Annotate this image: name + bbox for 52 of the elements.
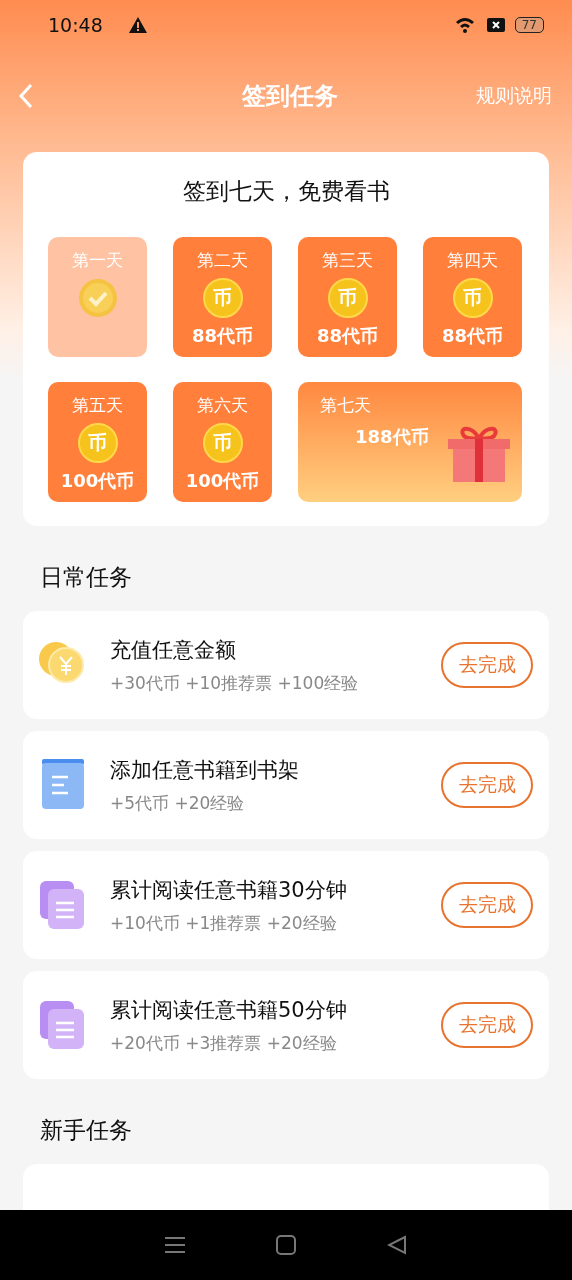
home-icon[interactable] <box>276 1235 296 1255</box>
wifi-icon <box>454 17 477 33</box>
day-label: 第一天 <box>72 249 123 272</box>
day-tile[interactable]: 第五天 币 100代币 <box>48 382 147 502</box>
task-rewards: +20代币 +3推荐票 +20经验 <box>110 1031 338 1055</box>
day-reward: 188代币 <box>355 425 429 449</box>
day-label: 第七天 <box>320 394 371 417</box>
menu-icon[interactable] <box>165 1236 186 1254</box>
warning-icon <box>128 17 147 33</box>
day-reward: 88代币 <box>441 324 504 348</box>
rules-link[interactable]: 规则说明 <box>476 83 552 109</box>
gift-icon <box>448 424 510 482</box>
back-nav-icon[interactable] <box>386 1235 407 1255</box>
status-time: 10:48 <box>48 14 103 36</box>
go-complete-button[interactable]: 去完成 <box>441 1002 533 1048</box>
day-label: 第五天 <box>72 394 123 417</box>
task-rewards: +5代币 +20经验 <box>110 791 246 815</box>
page-title: 签到任务 <box>241 81 339 112</box>
go-complete-button[interactable]: 去完成 <box>441 762 533 808</box>
section-title: 日常任务 <box>40 563 133 592</box>
check-coin-icon <box>77 278 118 318</box>
day-tile[interactable]: 第三天 币 88代币 <box>298 237 397 357</box>
day-label: 第四天 <box>447 249 498 272</box>
task-name: 添加任意书籍到书架 <box>110 756 300 784</box>
day-tile[interactable]: 第四天 币 88代币 <box>423 237 522 357</box>
task-name: 充值任意金额 <box>110 636 237 664</box>
coin-icon: 币 <box>77 423 118 463</box>
day-reward: 100代币 <box>60 469 135 493</box>
day-tile[interactable]: 第七天 188代币 <box>298 382 522 502</box>
task-rewards: +10代币 +1推荐票 +20经验 <box>110 911 338 935</box>
day-label: 第六天 <box>197 394 248 417</box>
go-complete-button[interactable]: 去完成 <box>441 642 533 688</box>
day-tile[interactable]: 第六天 币 100代币 <box>173 382 272 502</box>
day-reward: 100代币 <box>185 469 260 493</box>
day-label: 第三天 <box>322 249 373 272</box>
day-reward: 88代币 <box>316 324 379 348</box>
checkin-title: 签到七天，免费看书 <box>181 177 391 206</box>
task-name: 累计阅读任意书籍50分钟 <box>110 996 348 1024</box>
coin-icon: 币 <box>202 278 243 318</box>
coin-icon: 币 <box>327 278 368 318</box>
sim-icon <box>486 18 505 32</box>
go-complete-button[interactable]: 去完成 <box>441 882 533 928</box>
day-reward: 88代币 <box>191 324 254 348</box>
coin-icon: 币 <box>202 423 243 463</box>
task-name: 累计阅读任意书籍30分钟 <box>110 876 348 904</box>
battery-indicator: 77 <box>514 17 544 33</box>
task-rewards: +30代币 +10推荐票 +100经验 <box>110 671 360 695</box>
section-title: 新手任务 <box>40 1116 133 1145</box>
coin-icon: 币 <box>452 278 493 318</box>
day-label: 第二天 <box>197 249 248 272</box>
day-tile[interactable]: 第一天 <box>48 237 147 357</box>
day-tile[interactable]: 第二天 币 88代币 <box>173 237 272 357</box>
